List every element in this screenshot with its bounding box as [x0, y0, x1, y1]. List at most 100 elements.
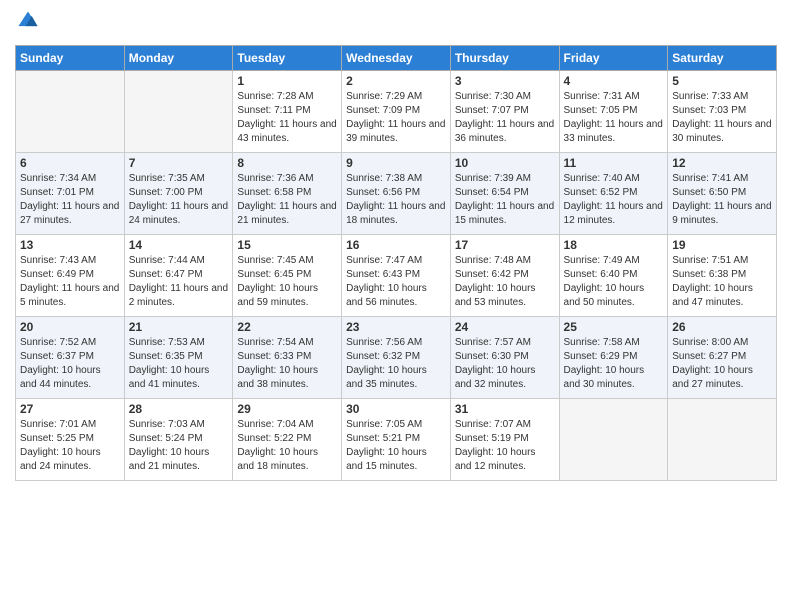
calendar-cell: 16 Sunrise: 7:47 AM Sunset: 6:43 PM Dayli… — [342, 235, 451, 317]
day-number: 21 — [129, 320, 229, 334]
calendar-cell: 10 Sunrise: 7:39 AM Sunset: 6:54 PM Dayli… — [450, 153, 559, 235]
week-row-3: 13 Sunrise: 7:43 AM Sunset: 6:49 PM Dayli… — [16, 235, 777, 317]
day-number: 15 — [237, 238, 337, 252]
week-row-4: 20Sunrise: 7:52 AM Sunset: 6:37 PM Dayli… — [16, 317, 777, 399]
day-info: Sunrise: 7:56 AM Sunset: 6:32 PM Dayligh… — [346, 336, 446, 392]
day-info: Sunrise: 8:00 AM Sunset: 6:27 PM Dayligh… — [672, 336, 772, 392]
weekday-header-monday: Monday — [124, 46, 233, 71]
page: SundayMondayTuesdayWednesdayThursdayFrid… — [0, 0, 792, 612]
day-info: Sunrise: 7:07 AM Sunset: 5:19 PM Dayligh… — [455, 418, 555, 474]
calendar-cell: 14Sunrise: 7:44 AM Sunset: 6:47 PM Dayli… — [124, 235, 233, 317]
day-number: 9 — [346, 156, 446, 170]
weekday-header-row: SundayMondayTuesdayWednesdayThursdayFrid… — [16, 46, 777, 71]
day-info: Sunrise: 7:47 AM Sunset: 6:43 PM Dayligh… — [346, 254, 446, 310]
calendar-cell — [559, 399, 668, 481]
day-number: 28 — [129, 402, 229, 416]
logo — [15, 10, 39, 37]
day-number: 8 — [237, 156, 337, 170]
day-number: 18 — [564, 238, 664, 252]
day-number: 25 — [564, 320, 664, 334]
day-info: Sunrise: 7:43 AM Sunset: 6:49 PM Dayligh… — [20, 254, 120, 310]
weekday-header-wednesday: Wednesday — [342, 46, 451, 71]
day-number: 3 — [455, 74, 555, 88]
calendar-cell: 13 Sunrise: 7:43 AM Sunset: 6:49 PM Dayli… — [16, 235, 125, 317]
day-number: 16 — [346, 238, 446, 252]
calendar-cell: 25 Sunrise: 7:58 AM Sunset: 6:29 PM Dayli… — [559, 317, 668, 399]
day-info: Sunrise: 7:29 AM Sunset: 7:09 PM Dayligh… — [346, 90, 446, 146]
day-number: 24 — [455, 320, 555, 334]
calendar-cell: 15 Sunrise: 7:45 AM Sunset: 6:45 PM Dayli… — [233, 235, 342, 317]
day-info: Sunrise: 7:28 AM Sunset: 7:11 PM Dayligh… — [237, 90, 337, 146]
weekday-header-saturday: Saturday — [668, 46, 777, 71]
calendar-cell: 20Sunrise: 7:52 AM Sunset: 6:37 PM Dayli… — [16, 317, 125, 399]
day-info: Sunrise: 7:45 AM Sunset: 6:45 PM Dayligh… — [237, 254, 337, 310]
calendar-table: SundayMondayTuesdayWednesdayThursdayFrid… — [15, 45, 777, 481]
day-info: Sunrise: 7:34 AM Sunset: 7:01 PM Dayligh… — [20, 172, 120, 228]
calendar-cell: 9 Sunrise: 7:38 AM Sunset: 6:56 PM Daylig… — [342, 153, 451, 235]
week-row-2: 6Sunrise: 7:34 AM Sunset: 7:01 PM Daylig… — [16, 153, 777, 235]
calendar-cell: 17 Sunrise: 7:48 AM Sunset: 6:42 PM Dayli… — [450, 235, 559, 317]
calendar-cell: 21Sunrise: 7:53 AM Sunset: 6:35 PM Dayli… — [124, 317, 233, 399]
day-info: Sunrise: 7:51 AM Sunset: 6:38 PM Dayligh… — [672, 254, 772, 310]
week-row-5: 27Sunrise: 7:01 AM Sunset: 5:25 PM Dayli… — [16, 399, 777, 481]
day-info: Sunrise: 7:31 AM Sunset: 7:05 PM Dayligh… — [564, 90, 664, 146]
day-info: Sunrise: 7:58 AM Sunset: 6:29 PM Dayligh… — [564, 336, 664, 392]
calendar-cell: 24 Sunrise: 7:57 AM Sunset: 6:30 PM Dayli… — [450, 317, 559, 399]
day-number: 12 — [672, 156, 772, 170]
weekday-header-sunday: Sunday — [16, 46, 125, 71]
day-number: 5 — [672, 74, 772, 88]
calendar-cell — [668, 399, 777, 481]
day-info: Sunrise: 7:05 AM Sunset: 5:21 PM Dayligh… — [346, 418, 446, 474]
day-number: 10 — [455, 156, 555, 170]
day-number: 30 — [346, 402, 446, 416]
calendar-cell: 23 Sunrise: 7:56 AM Sunset: 6:32 PM Dayli… — [342, 317, 451, 399]
day-info: Sunrise: 7:41 AM Sunset: 6:50 PM Dayligh… — [672, 172, 772, 228]
day-number: 17 — [455, 238, 555, 252]
day-info: Sunrise: 7:44 AM Sunset: 6:47 PM Dayligh… — [129, 254, 229, 310]
day-number: 26 — [672, 320, 772, 334]
calendar-cell: 22Sunrise: 7:54 AM Sunset: 6:33 PM Dayli… — [233, 317, 342, 399]
day-info: Sunrise: 7:57 AM Sunset: 6:30 PM Dayligh… — [455, 336, 555, 392]
day-number: 11 — [564, 156, 664, 170]
day-info: Sunrise: 7:49 AM Sunset: 6:40 PM Dayligh… — [564, 254, 664, 310]
day-info: Sunrise: 7:48 AM Sunset: 6:42 PM Dayligh… — [455, 254, 555, 310]
day-number: 31 — [455, 402, 555, 416]
weekday-header-friday: Friday — [559, 46, 668, 71]
calendar-cell: 18 Sunrise: 7:49 AM Sunset: 6:40 PM Dayli… — [559, 235, 668, 317]
day-number: 13 — [20, 238, 120, 252]
calendar-cell: 11Sunrise: 7:40 AM Sunset: 6:52 PM Dayli… — [559, 153, 668, 235]
calendar-cell: 30 Sunrise: 7:05 AM Sunset: 5:21 PM Dayli… — [342, 399, 451, 481]
calendar-cell: 27Sunrise: 7:01 AM Sunset: 5:25 PM Dayli… — [16, 399, 125, 481]
day-number: 20 — [20, 320, 120, 334]
calendar-cell: 2Sunrise: 7:29 AM Sunset: 7:09 PM Daylig… — [342, 71, 451, 153]
calendar-cell: 7Sunrise: 7:35 AM Sunset: 7:00 PM Daylig… — [124, 153, 233, 235]
header — [15, 10, 777, 37]
logo-icon — [17, 10, 39, 32]
calendar-cell: 6Sunrise: 7:34 AM Sunset: 7:01 PM Daylig… — [16, 153, 125, 235]
day-number: 27 — [20, 402, 120, 416]
calendar-cell: 31 Sunrise: 7:07 AM Sunset: 5:19 PM Dayli… — [450, 399, 559, 481]
calendar-cell: 8Sunrise: 7:36 AM Sunset: 6:58 PM Daylig… — [233, 153, 342, 235]
calendar-cell: 19 Sunrise: 7:51 AM Sunset: 6:38 PM Dayli… — [668, 235, 777, 317]
calendar-cell — [16, 71, 125, 153]
day-number: 7 — [129, 156, 229, 170]
calendar-cell: 5Sunrise: 7:33 AM Sunset: 7:03 PM Daylig… — [668, 71, 777, 153]
calendar-cell: 26 Sunrise: 8:00 AM Sunset: 6:27 PM Dayli… — [668, 317, 777, 399]
calendar-cell: 3 Sunrise: 7:30 AM Sunset: 7:07 PM Daylig… — [450, 71, 559, 153]
day-info: Sunrise: 7:04 AM Sunset: 5:22 PM Dayligh… — [237, 418, 337, 474]
week-row-1: 1 Sunrise: 7:28 AM Sunset: 7:11 PM Daylig… — [16, 71, 777, 153]
day-number: 23 — [346, 320, 446, 334]
day-number: 29 — [237, 402, 337, 416]
calendar-cell: 12 Sunrise: 7:41 AM Sunset: 6:50 PM Dayli… — [668, 153, 777, 235]
day-number: 1 — [237, 74, 337, 88]
calendar-cell: 28 Sunrise: 7:03 AM Sunset: 5:24 PM Dayli… — [124, 399, 233, 481]
day-info: Sunrise: 7:38 AM Sunset: 6:56 PM Dayligh… — [346, 172, 446, 228]
day-info: Sunrise: 7:39 AM Sunset: 6:54 PM Dayligh… — [455, 172, 555, 228]
calendar-cell: 29 Sunrise: 7:04 AM Sunset: 5:22 PM Dayli… — [233, 399, 342, 481]
day-number: 19 — [672, 238, 772, 252]
calendar-cell — [124, 71, 233, 153]
day-info: Sunrise: 7:30 AM Sunset: 7:07 PM Dayligh… — [455, 90, 555, 146]
day-info: Sunrise: 7:03 AM Sunset: 5:24 PM Dayligh… — [129, 418, 229, 474]
weekday-header-tuesday: Tuesday — [233, 46, 342, 71]
calendar-cell: 1 Sunrise: 7:28 AM Sunset: 7:11 PM Daylig… — [233, 71, 342, 153]
